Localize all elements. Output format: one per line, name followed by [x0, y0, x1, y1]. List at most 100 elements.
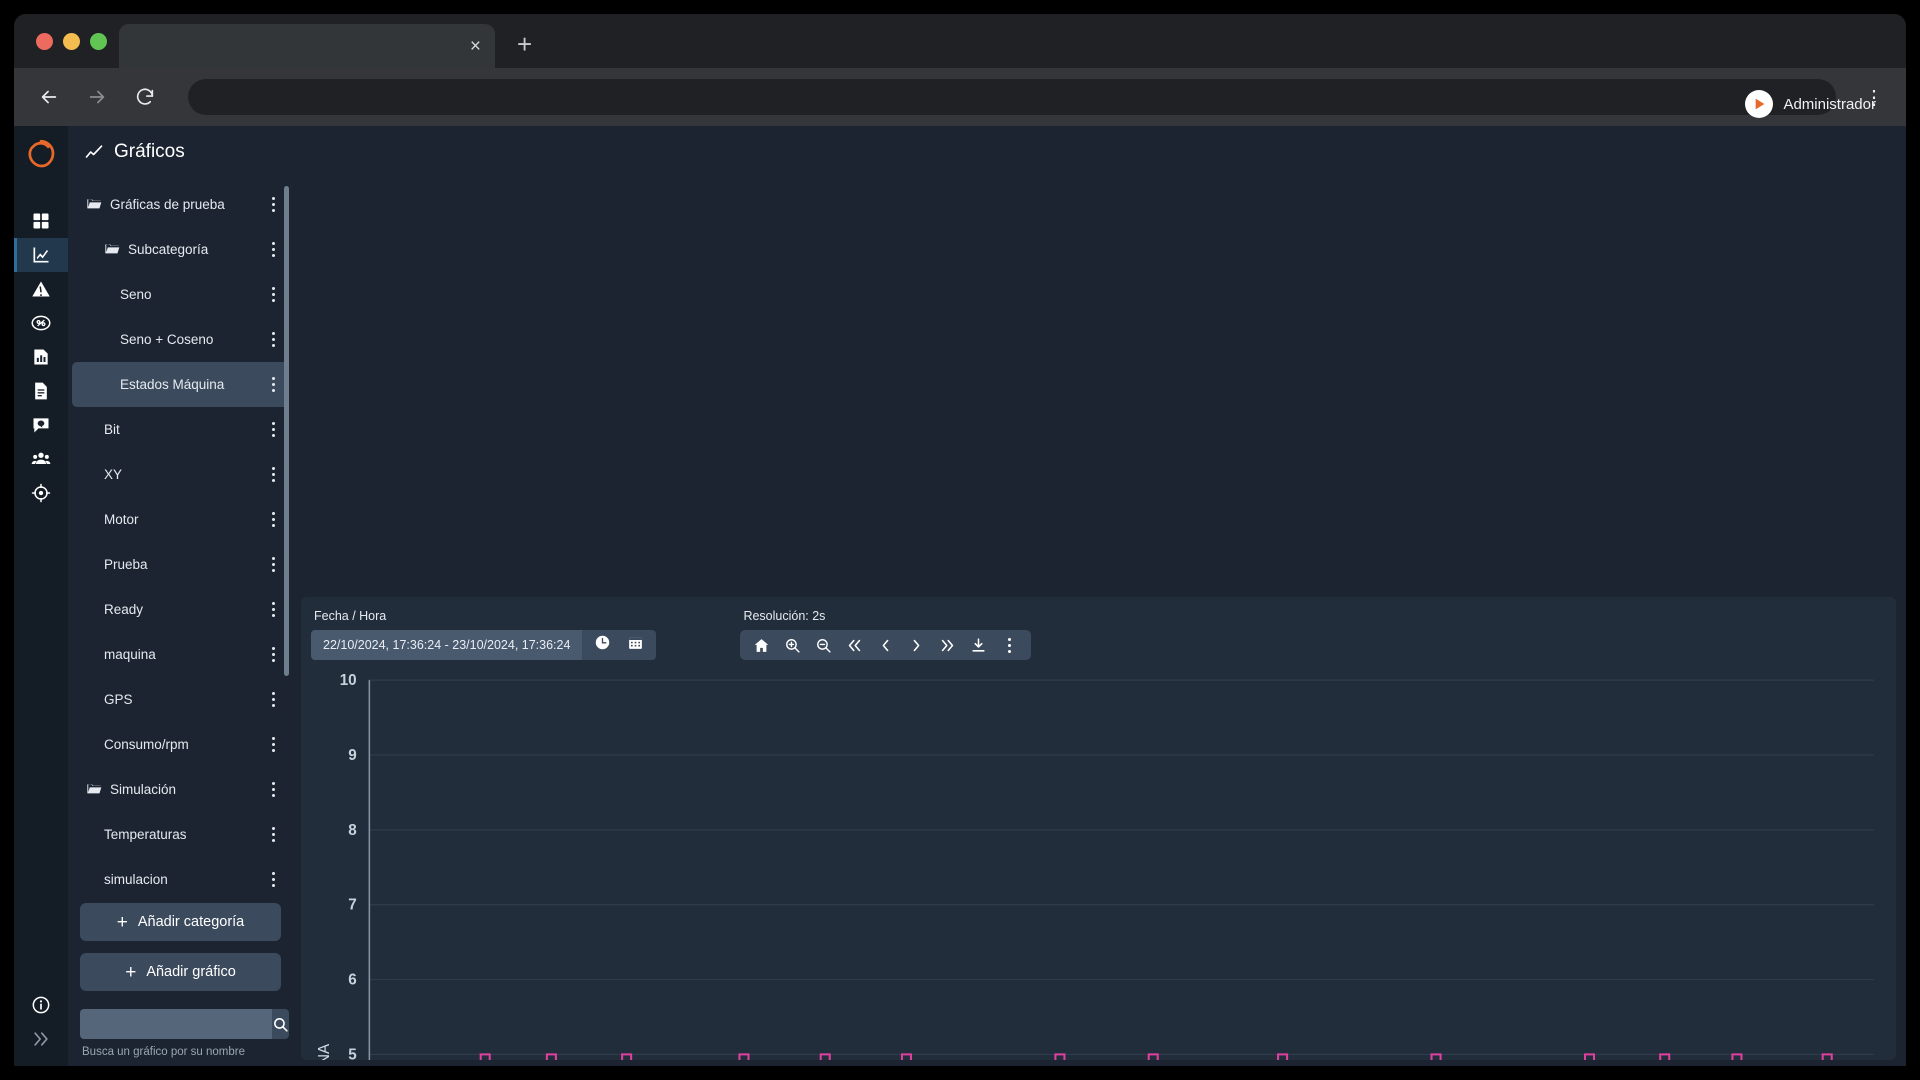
tree-item-label: Consumo/rpm	[104, 737, 189, 752]
zoom-out-button[interactable]	[808, 630, 839, 660]
chart-options-button[interactable]	[994, 630, 1025, 660]
date-range-field[interactable]: 22/10/2024, 17:36:24 - 23/10/2024, 17:36…	[311, 630, 582, 660]
sidebar-item-targets[interactable]	[14, 476, 68, 510]
users-icon	[31, 449, 51, 469]
sidebar-item-alarms[interactable]	[14, 272, 68, 306]
sidebar-item-messages[interactable]	[14, 408, 68, 442]
avatar	[1745, 90, 1773, 118]
add-category-button[interactable]: + Añadir categoría	[80, 903, 281, 941]
tree-item-menu-button[interactable]	[263, 242, 283, 257]
chart-area[interactable]: 012345678910NA18:0020:0022:0000:0002:000…	[301, 664, 1896, 1060]
close-window-button[interactable]	[36, 33, 53, 50]
search-input[interactable]	[80, 1009, 272, 1039]
tree-item-menu-button[interactable]	[263, 737, 283, 752]
expand-rail-button[interactable]	[14, 1022, 68, 1056]
line-chart[interactable]: 012345678910NA18:0020:0022:0000:0002:000…	[311, 670, 1884, 1060]
tree-item[interactable]: Consumo/rpm	[72, 722, 289, 767]
sidebar-item-reports[interactable]	[14, 340, 68, 374]
new-tab-button[interactable]: +	[517, 29, 532, 60]
tree-item[interactable]: Subcategoría	[72, 227, 289, 272]
sidebar-item-charts[interactable]	[14, 238, 68, 272]
calendar-icon	[627, 634, 644, 651]
tree-item-label-wrap: Gráficas de prueba	[86, 195, 263, 214]
tree-item-menu-button[interactable]	[263, 197, 283, 212]
charts-title-icon	[84, 142, 104, 162]
tree-scrollbar[interactable]	[284, 186, 289, 676]
play-icon	[1751, 96, 1767, 112]
maximize-window-button[interactable]	[90, 33, 107, 50]
browser-tab[interactable]: ×	[119, 24, 495, 68]
download-button[interactable]	[963, 630, 994, 660]
series-line	[369, 1054, 1873, 1060]
page-title-text: Gráficos	[114, 141, 185, 163]
tree-item[interactable]: maquina	[72, 632, 289, 677]
chart-toolbar: Fecha / Hora 22/10/2024, 17:36:24 - 23/1…	[301, 597, 1896, 664]
sidebar-item-dashboard[interactable]	[14, 204, 68, 238]
tree-item[interactable]: Simulación	[72, 767, 289, 812]
tree-item-label: Subcategoría	[128, 242, 208, 257]
tree-item[interactable]: Motor	[72, 497, 289, 542]
zoom-in-button[interactable]	[777, 630, 808, 660]
search-button[interactable]	[272, 1009, 289, 1039]
tree-item-menu-button[interactable]	[263, 332, 283, 347]
calendar-picker-button[interactable]	[627, 634, 644, 656]
tree-item[interactable]: Gráficas de prueba	[72, 182, 289, 227]
home-button[interactable]	[746, 630, 777, 660]
tree-item[interactable]: GPS	[72, 677, 289, 722]
tree-item-label-wrap: Temperaturas	[104, 827, 263, 842]
folder-icon	[86, 195, 102, 214]
tree-item[interactable]: Seno + Coseno	[72, 317, 289, 362]
add-chart-button[interactable]: + Añadir gráfico	[80, 953, 281, 991]
chart-tree: Gráficas de prueba Subcategoría SenoSeno +…	[68, 178, 293, 895]
tree-item[interactable]: Estados Máquina	[72, 362, 289, 407]
tree-item-menu-button[interactable]	[263, 692, 283, 707]
back-icon[interactable]	[36, 84, 62, 110]
next-button[interactable]	[901, 630, 932, 660]
tree-item-label-wrap: Bit	[104, 422, 263, 437]
minimize-window-button[interactable]	[63, 33, 80, 50]
tree-item-label-wrap: GPS	[104, 692, 263, 707]
last-button[interactable]	[932, 630, 963, 660]
tree-item-menu-button[interactable]	[263, 872, 283, 887]
user-area[interactable]: Administrador	[1745, 78, 1896, 130]
reload-icon[interactable]	[132, 84, 158, 110]
zoom-out-icon	[815, 637, 832, 654]
info-button[interactable]	[14, 988, 68, 1022]
tree-item-label: Simulación	[110, 782, 176, 797]
tree-item[interactable]: Prueba	[72, 542, 289, 587]
charts-icon	[31, 245, 51, 265]
address-input[interactable]	[188, 79, 1836, 115]
previous-button[interactable]	[870, 630, 901, 660]
sidebar-item-documents[interactable]	[14, 374, 68, 408]
tree-item-menu-button[interactable]	[263, 512, 283, 527]
time-picker-button[interactable]	[594, 634, 611, 656]
tree-item[interactable]: XY	[72, 452, 289, 497]
tree-item[interactable]: Temperaturas	[72, 812, 289, 857]
add-chart-label: Añadir gráfico	[146, 964, 235, 980]
tree-item-menu-button[interactable]	[263, 287, 283, 302]
tree-item[interactable]: Bit	[72, 407, 289, 452]
tree-item[interactable]: Ready	[72, 587, 289, 632]
info-icon	[31, 995, 51, 1015]
tree-item-menu-button[interactable]	[263, 602, 283, 617]
tree-item-menu-button[interactable]	[263, 647, 283, 662]
browser-tabstrip: × +	[14, 14, 1906, 68]
tree-item-menu-button[interactable]	[263, 827, 283, 842]
tree-item-menu-button[interactable]	[263, 782, 283, 797]
close-tab-icon[interactable]: ×	[470, 37, 481, 56]
tree-item[interactable]: simulacion	[72, 857, 289, 895]
chevron-double-right-icon	[939, 637, 956, 654]
address-bar[interactable]	[188, 79, 1836, 115]
tree-item-label: Bit	[104, 422, 120, 437]
forward-icon[interactable]	[84, 84, 110, 110]
first-button[interactable]	[839, 630, 870, 660]
tree-item-menu-button[interactable]	[263, 377, 283, 392]
sidebar-item-oee[interactable]	[14, 306, 68, 340]
sidebar-item-users[interactable]	[14, 442, 68, 476]
tree-item-menu-button[interactable]	[263, 557, 283, 572]
tree-item[interactable]: Seno	[72, 272, 289, 317]
tree-item-menu-button[interactable]	[263, 467, 283, 482]
tree-item-menu-button[interactable]	[263, 422, 283, 437]
username-label: Administrador	[1783, 96, 1876, 113]
reports-icon	[31, 347, 51, 367]
